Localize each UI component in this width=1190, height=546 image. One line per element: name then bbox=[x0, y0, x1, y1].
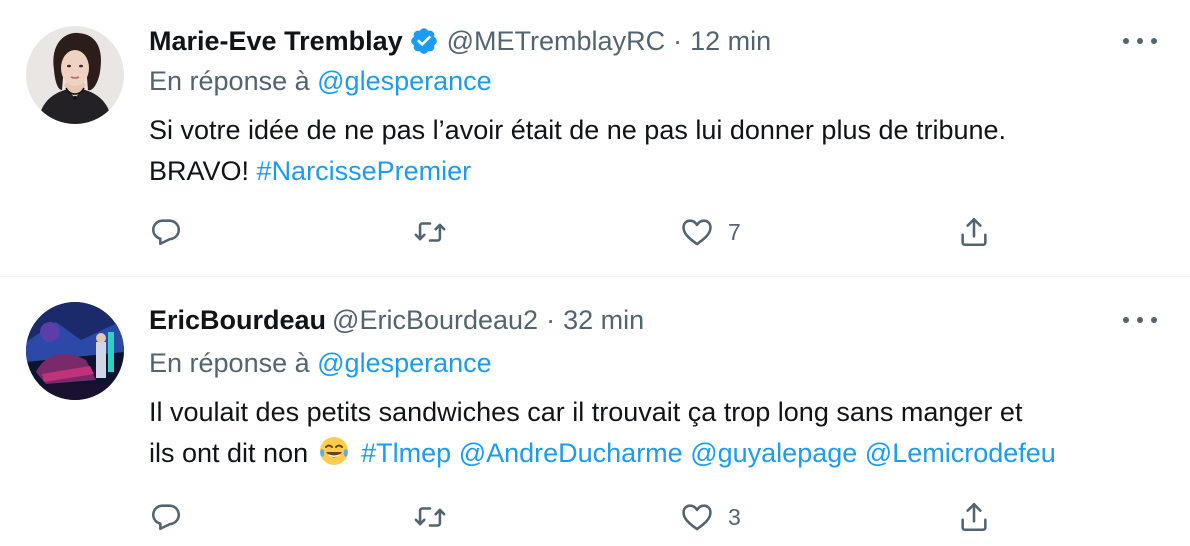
like-button[interactable]: 7 bbox=[680, 212, 741, 252]
author-name[interactable]: EricBourdeau bbox=[149, 305, 326, 336]
tweet-text: Il voulait des petits sandwiches car il … bbox=[149, 392, 1159, 474]
reply-context: En réponse à @glesperance bbox=[149, 348, 492, 379]
timestamp[interactable]: 32 min bbox=[563, 305, 644, 336]
like-count: 3 bbox=[728, 503, 741, 530]
tweet[interactable]: Marie-Eve Tremblay @METremblayRC · 12 mi… bbox=[0, 0, 1190, 276]
reply-to-link[interactable]: @glesperance bbox=[317, 66, 492, 96]
verified-badge-icon bbox=[409, 26, 439, 56]
tweet[interactable]: EricBourdeau @EricBourdeau2 · 32 min En … bbox=[0, 277, 1190, 546]
tweet-actions: 7 bbox=[149, 212, 1009, 252]
like-count: 7 bbox=[728, 218, 741, 245]
retweet-button[interactable] bbox=[413, 497, 447, 537]
like-icon bbox=[682, 504, 712, 531]
like-icon bbox=[682, 219, 712, 246]
tweet-actions: 3 bbox=[149, 497, 1009, 537]
separator: · bbox=[673, 25, 683, 56]
timestamp[interactable]: 12 min bbox=[690, 26, 771, 57]
hashtag-link[interactable]: #Tlmep bbox=[361, 438, 451, 468]
avatar[interactable] bbox=[26, 26, 124, 124]
reply-button[interactable] bbox=[149, 212, 183, 252]
avatar[interactable] bbox=[26, 302, 124, 400]
author-name[interactable]: Marie-Eve Tremblay bbox=[149, 26, 403, 57]
tears-of-joy-emoji-icon bbox=[318, 435, 350, 467]
more-icon[interactable] bbox=[1123, 36, 1157, 46]
reply-context: En réponse à @glesperance bbox=[149, 66, 492, 97]
mention-link[interactable]: @Lemicrodefeu bbox=[865, 438, 1056, 468]
tweet-header: EricBourdeau @EricBourdeau2 · 32 min bbox=[149, 301, 644, 339]
author-handle[interactable]: @EricBourdeau2 bbox=[332, 305, 538, 336]
tweet-header: Marie-Eve Tremblay @METremblayRC · 12 mi… bbox=[149, 22, 771, 60]
tweet-text-plain: BRAVO! bbox=[149, 156, 250, 186]
retweet-button[interactable] bbox=[413, 212, 447, 252]
hashtag-link[interactable]: #NarcissePremier bbox=[257, 156, 472, 186]
more-icon[interactable] bbox=[1123, 315, 1157, 325]
retweet-icon bbox=[414, 222, 446, 242]
mention-link[interactable]: @guyalepage bbox=[690, 438, 857, 468]
retweet-icon bbox=[414, 507, 446, 527]
tweet-text-line: BRAVO! #NarcissePremier bbox=[149, 151, 1159, 192]
reply-icon bbox=[151, 504, 181, 531]
reply-button[interactable] bbox=[149, 497, 183, 537]
mention-link[interactable]: @AndreDucharme bbox=[459, 438, 683, 468]
author-handle[interactable]: @METremblayRC bbox=[447, 26, 665, 57]
reply-icon bbox=[151, 219, 181, 246]
tweet-text-plain: ils ont dit non bbox=[149, 438, 309, 468]
share-icon bbox=[961, 502, 987, 532]
reply-prefix: En réponse à bbox=[149, 348, 310, 378]
reply-prefix: En réponse à bbox=[149, 66, 310, 96]
tweet-text: Si votre idée de ne pas l’avoir était de… bbox=[149, 110, 1159, 192]
share-button[interactable] bbox=[957, 497, 991, 537]
like-button[interactable]: 3 bbox=[680, 497, 741, 537]
share-button[interactable] bbox=[957, 212, 991, 252]
separator: · bbox=[546, 304, 556, 335]
tweet-text-line: Il voulait des petits sandwiches car il … bbox=[149, 397, 1023, 427]
tweet-text-line: Si votre idée de ne pas l’avoir était de… bbox=[149, 115, 1007, 145]
tweet-text-line: ils ont dit non #Tlmep @AndreDucharme @g… bbox=[149, 433, 1159, 474]
share-icon bbox=[961, 217, 987, 247]
reply-to-link[interactable]: @glesperance bbox=[317, 348, 492, 378]
